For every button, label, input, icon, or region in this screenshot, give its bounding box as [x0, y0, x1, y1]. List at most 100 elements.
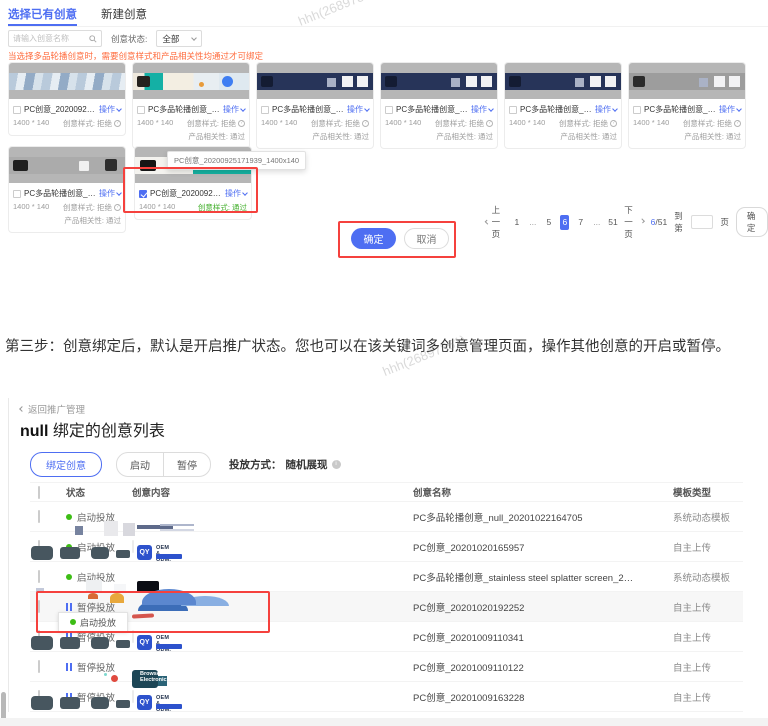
question-icon[interactable]	[114, 120, 121, 127]
question-icon[interactable]	[114, 204, 121, 211]
creative-thumbnail: QYOEM & ODM.	[132, 690, 134, 703]
card-relevance-label: 产品相关性:	[64, 216, 106, 225]
card-action-link[interactable]: 操作	[347, 104, 369, 115]
table-row[interactable]: 启动投放 QYOEM & ODM. PC创意_20201020165957 自主…	[30, 532, 743, 562]
tab-select-existing-creative[interactable]: 选择已有创意	[8, 6, 77, 26]
cancel-button[interactable]: 取消	[404, 228, 449, 249]
card-action-link[interactable]: 操作	[99, 188, 121, 199]
card-checkbox[interactable]	[633, 106, 641, 114]
card-style-value: 拒绝	[469, 118, 484, 129]
table-row[interactable]: 暂停投放 QYOEM & ODM. PC创意_20201009110341 自主…	[30, 622, 743, 652]
card-checkbox[interactable]	[137, 106, 145, 114]
pagination-jump-confirm-button[interactable]: 确定	[736, 207, 768, 237]
creative-card[interactable]: PC多品轮播创意_2020092716...操作 1400 * 140创意样式:…	[256, 62, 374, 149]
panel-left-border	[8, 398, 9, 712]
card-action-link[interactable]: 操作	[595, 104, 617, 115]
card-style-value: 拒绝	[717, 118, 732, 129]
delivery-value: 随机展现	[286, 457, 328, 472]
question-icon[interactable]	[734, 120, 741, 127]
banner-art-navy	[505, 73, 621, 90]
pagination-prev[interactable]: 上一页	[486, 204, 505, 240]
pagination-page-5[interactable]: 5	[544, 217, 553, 227]
row-template-type: 系统动态模板	[648, 510, 743, 524]
row-checkbox[interactable]	[38, 510, 40, 523]
question-icon[interactable]	[486, 120, 493, 127]
card-checkbox-checked[interactable]	[139, 190, 147, 198]
row-checkbox[interactable]	[38, 600, 40, 613]
page-title: null 绑定的创意列表	[20, 417, 165, 441]
bind-creative-button[interactable]: 绑定创意	[30, 452, 102, 477]
row-checkbox[interactable]	[38, 660, 40, 673]
pagination-page-1[interactable]: 1	[512, 217, 521, 227]
card-action-link[interactable]: 操作	[99, 104, 121, 115]
pagination-prev-label: 上一页	[492, 204, 506, 240]
creative-status-label: 创意状态:	[111, 33, 147, 45]
pagination-page-7[interactable]: 7	[576, 217, 585, 227]
pause-button[interactable]: 暂停	[163, 452, 211, 477]
creative-search-box[interactable]	[8, 30, 102, 47]
card-checkbox[interactable]	[261, 106, 269, 114]
creative-card[interactable]: PC创意_20200928150536操作 1400 * 140创意样式: 拒绝	[8, 62, 126, 136]
card-style-label: 创意样式:	[198, 202, 230, 213]
card-style-label: 创意样式:	[187, 118, 219, 129]
tab-new-creative[interactable]: 新建创意	[101, 6, 147, 26]
card-action-link[interactable]: 操作	[223, 104, 245, 115]
paused-status-icon	[66, 663, 72, 671]
question-icon[interactable]	[238, 120, 245, 127]
running-status-icon	[66, 514, 72, 520]
dialog-filters: 创意状态: 全部	[8, 30, 202, 47]
creative-card[interactable]: PC多品轮播创意_2020092715...操作 1400 * 140创意样式:…	[380, 62, 498, 149]
row-template-type: 自主上传	[648, 660, 743, 674]
card-action-label: 操作	[99, 188, 115, 199]
row-checkbox[interactable]	[38, 570, 40, 583]
table-row[interactable]: 暂停投放 Browse Consumer Electronics PC创意_20…	[30, 652, 743, 682]
start-button[interactable]: 启动	[116, 452, 164, 477]
creative-banner	[381, 63, 497, 99]
card-action-link[interactable]: 操作	[225, 188, 247, 199]
card-relevance-value: 通过	[726, 132, 741, 141]
pagination-next[interactable]: 下一页	[624, 204, 643, 240]
card-name: PC多品轮播创意_2020092715...	[644, 104, 716, 115]
card-checkbox[interactable]	[13, 190, 21, 198]
card-action-link[interactable]: 操作	[471, 104, 493, 115]
table-header-row: 状态 创意内容 创意名称 模板类型	[30, 482, 743, 502]
card-action-label: 操作	[99, 104, 115, 115]
pagination: 上一页 1 ... 5 6 7 ... 51 下一页 6/51 到第 页 确定	[486, 204, 768, 240]
card-checkbox[interactable]	[509, 106, 517, 114]
banner-art-gray	[629, 73, 745, 90]
question-icon[interactable]	[362, 120, 369, 127]
creative-card-grid-row1: PC创意_20200928150536操作 1400 * 140创意样式: 拒绝…	[8, 62, 746, 149]
card-action-link[interactable]: 操作	[719, 104, 741, 115]
table-row[interactable]: 暂停投放 QYOEM & ODM. PC创意_20201009163228 自主…	[30, 682, 743, 712]
pagination-page-51[interactable]: 51	[608, 217, 617, 227]
card-checkbox[interactable]	[385, 106, 393, 114]
creative-card[interactable]: PC多品轮播创意_2020092716...操作 1400 * 140创意样式:…	[132, 62, 250, 149]
chevron-right-icon	[640, 219, 645, 224]
card-name: PC多品轮播创意_2020092710...	[24, 188, 96, 199]
creative-card[interactable]: PC多品轮播创意_2020092715...操作 1400 * 140创意样式:…	[628, 62, 746, 149]
confirm-button[interactable]: 确定	[351, 228, 396, 249]
creative-card[interactable]: PC多品轮播创意_2020092715...操作 1400 * 140创意样式:…	[504, 62, 622, 149]
back-to-promotion-link[interactable]: 返回推广管理	[20, 402, 85, 416]
card-name: PC多品轮播创意_2020092716...	[272, 104, 344, 115]
creative-search-input[interactable]	[13, 34, 89, 43]
pagination-jump-input[interactable]	[691, 215, 713, 229]
card-size: 1400 * 140	[13, 118, 49, 129]
row-template-type: 自主上传	[648, 690, 743, 704]
banner-art-glass	[9, 73, 125, 90]
running-status-icon	[66, 574, 72, 580]
dropdown-option-label: 启动投放	[80, 616, 116, 629]
creative-card[interactable]: PC多品轮播创意_2020092710...操作 1400 * 140创意样式:…	[8, 146, 126, 233]
status-dropdown-option-start[interactable]: 启动投放	[58, 612, 128, 632]
banner-art-color	[133, 73, 249, 90]
card-checkbox[interactable]	[13, 106, 21, 114]
table-row[interactable]: 启动投放 PC多品轮播创意_stainless steel splatter s…	[30, 562, 743, 592]
select-all-checkbox[interactable]	[38, 486, 40, 499]
info-icon[interactable]	[332, 460, 341, 469]
table-row[interactable]: 启动投放 PC多品轮播创意_null_20201022164705 系统动态模板	[30, 502, 743, 532]
creative-status-select[interactable]: 全部	[156, 30, 202, 47]
table-row-highlighted[interactable]: 暂停投放 PC创意_20201020192252 自主上传	[30, 592, 743, 622]
question-icon[interactable]	[610, 120, 617, 127]
chevron-down-icon	[612, 106, 618, 112]
pagination-page-6-current[interactable]: 6	[560, 215, 569, 230]
